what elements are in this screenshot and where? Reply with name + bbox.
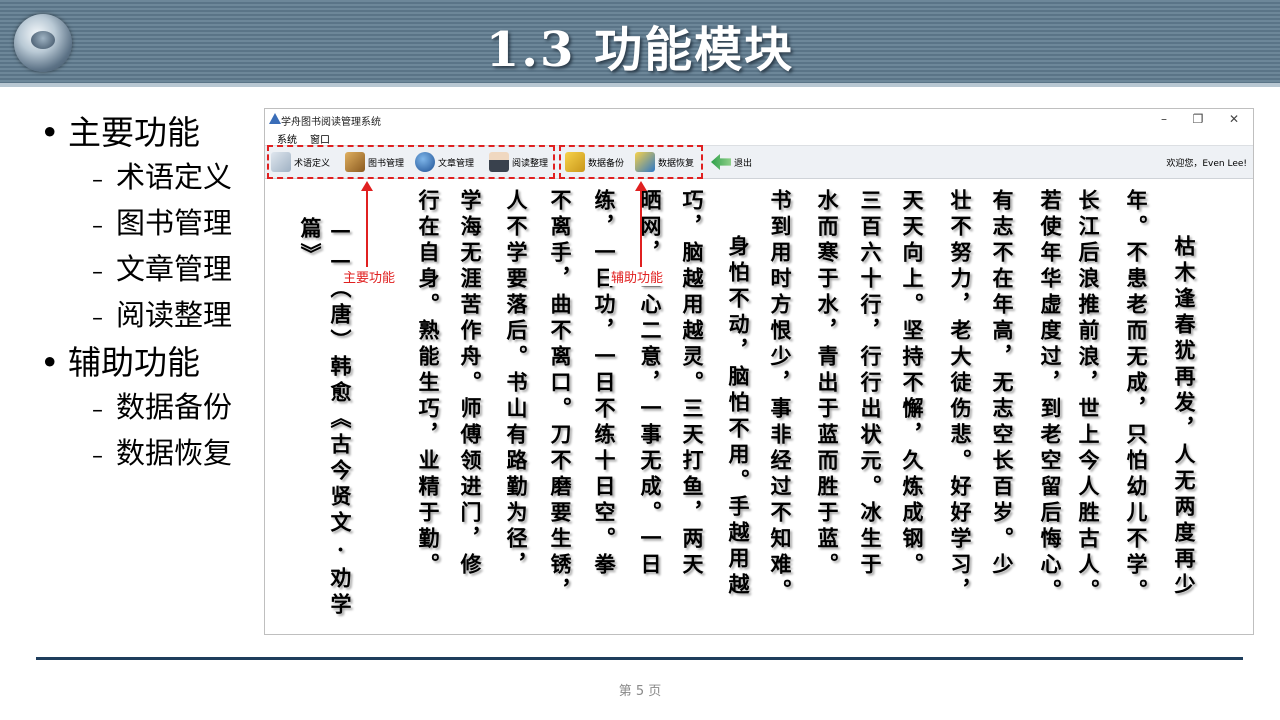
bullet-sub-item: 术语定义: [40, 156, 270, 202]
poem-column: 枯木逢春犹再发，人无两度再少: [1172, 235, 1197, 599]
poem-column: 三百六十行，行行出状元。冰生于: [858, 189, 883, 579]
poem-column: 学海无涯苦作舟。师傅领进门，修: [458, 189, 483, 579]
bullet-sub-item: 图书管理: [40, 202, 270, 248]
poem-column: 不离手，曲不离口。刀不磨要生锈，: [548, 189, 573, 605]
minimize-button[interactable]: –: [1147, 109, 1181, 129]
main-functions-highlight: [267, 145, 555, 179]
aux-functions-annotation: 辅助功能: [609, 267, 666, 286]
menu-system[interactable]: 系统: [277, 131, 297, 146]
slide-title: 1.3 功能模块: [485, 22, 795, 78]
bullet-sub-item: 数据恢复: [40, 432, 270, 478]
bullet-sub-item: 阅读整理: [40, 294, 270, 340]
app-window: 学舟图书阅读管理系统 – ❐ ✕ 系统 窗口 术语定义 图书管理 文章管理 阅读…: [264, 108, 1254, 635]
poem-column: 身怕不动，脑怕不用。手越用越: [726, 235, 751, 599]
poem-column: 天天向上。坚持不懈，久炼成钢。: [900, 189, 925, 579]
poem-column: 有志不在年高，无志空长百岁。少: [990, 189, 1015, 579]
exit-label: 退出: [734, 158, 753, 169]
poem-column: 水而寒于水，青出于蓝而胜于蓝。: [815, 189, 840, 579]
bullet-sub-item: 数据备份: [40, 386, 270, 432]
poem-column: 行在自身。熟能生巧，业精于勤。: [416, 189, 441, 579]
welcome-text: 欢迎您，Even Lee!: [1166, 159, 1247, 169]
bullet-aux-functions: 辅助功能: [40, 340, 270, 386]
exit-button[interactable]: 退出: [711, 150, 752, 174]
main-arrow-head: [361, 181, 373, 191]
poem-column: 若使年华虚度过，到老空留后悔心。: [1038, 189, 1063, 605]
poem-column: 长江后浪推前浪，世上今人胜古人。: [1076, 189, 1101, 605]
poem-column: 人不学要落后。书山有路勤为径，: [504, 189, 529, 579]
window-title: 学舟图书阅读管理系统: [281, 117, 381, 128]
slide-header: 1.3 功能模块: [0, 0, 1280, 83]
poem-content: 枯木逢春犹再发，人无两度再少 年。不患老而无成，只怕幼儿不学。 长江后浪推前浪，…: [265, 177, 1253, 634]
poem-column: 晒网，三心二意，一事无成。一日: [638, 189, 663, 579]
aux-arrow-line: [640, 189, 642, 273]
bullet-list: 主要功能 术语定义 图书管理 文章管理 阅读整理 辅助功能 数据备份 数据恢复: [40, 110, 270, 478]
main-arrow-line: [366, 189, 368, 273]
page-number: 第 5 页: [618, 684, 662, 699]
poem-column: 练，一日功，一日不练十日空。拳: [592, 189, 617, 579]
header-divider: [0, 83, 1280, 87]
main-functions-annotation: 主要功能: [341, 267, 398, 286]
restore-button[interactable]: ❐: [1181, 109, 1215, 129]
poem-column: 壮不努力，老大徒伤悲。好好学习，: [948, 189, 973, 605]
poem-column: 巧，脑越用越灵。三天打鱼，两天: [680, 189, 705, 579]
aux-functions-highlight: [559, 145, 703, 179]
exit-icon: [711, 154, 731, 170]
window-titlebar: 学舟图书阅读管理系统 – ❐ ✕: [265, 109, 1253, 129]
poem-column: 书到用时方恨少，事非经过不知难。: [768, 189, 793, 605]
close-button[interactable]: ✕: [1217, 109, 1251, 129]
poem-column: 年。不患老而无成，只怕幼儿不学。: [1124, 189, 1149, 605]
app-icon: [269, 113, 281, 124]
aux-arrow-head: [635, 181, 647, 191]
footer-divider: [36, 657, 1243, 660]
menu-bar: 系统 窗口: [265, 129, 1253, 146]
menu-window[interactable]: 窗口: [310, 131, 330, 146]
bullet-sub-item: 文章管理: [40, 248, 270, 294]
bullet-main-functions: 主要功能: [40, 110, 270, 156]
